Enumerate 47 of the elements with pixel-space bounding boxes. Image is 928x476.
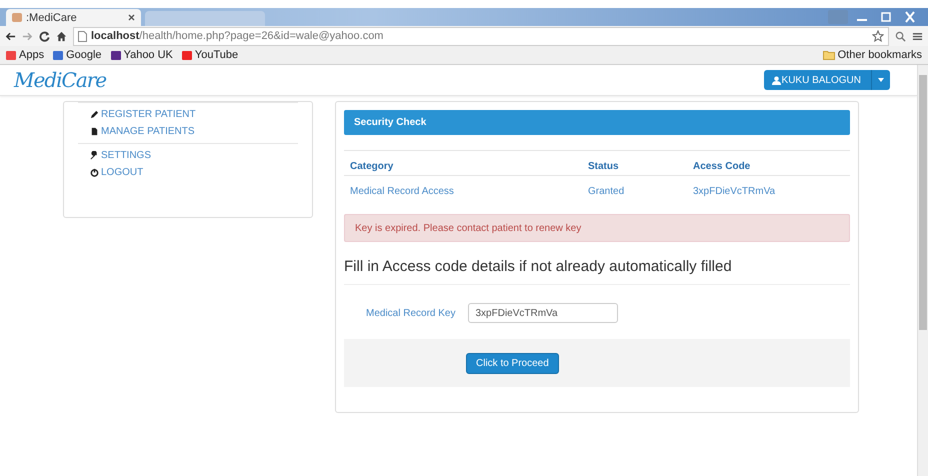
pencil-icon [90,110,99,119]
browser-tab[interactable]: :MediCare [6,9,141,26]
address-bar[interactable]: localhost/health/home.php?page=26&id=wale@yahoo.com [73,26,889,46]
document-icon [90,127,99,136]
table-cell: Granted [582,176,687,201]
bookmark-icon [6,50,16,60]
bookmark-link[interactable]: Apps [6,49,44,61]
wrench-icon [90,151,99,160]
caret-icon[interactable] [878,78,884,82]
column-header: Acess Code [687,150,850,176]
sidebar-link[interactable]: LOGOUT [90,167,144,178]
user-button[interactable]: KUKU BALOGUN [764,70,890,90]
menu-icon[interactable] [912,30,923,42]
section-heading: Fill in Access code details if not already automatically filled [344,258,850,285]
brand-logo[interactable]: MediCare [14,68,106,92]
input-field[interactable]: 3xpFDieVcTRmVa [468,303,618,323]
tab-title: :MediCare [26,12,78,24]
search-icon[interactable] [895,30,906,42]
bookmark-icon [110,50,121,60]
home-icon[interactable] [56,30,67,42]
bookmark-link[interactable]: Other bookmarks [822,49,922,61]
scrollbar[interactable] [917,65,928,476]
sidebar-link[interactable]: SETTINGS [90,150,152,161]
sidebar-link[interactable]: REGISTER PATIENT [90,109,196,120]
column-header: Category [344,150,582,176]
scroll-thumb[interactable] [919,75,927,330]
field-label: Medical Record Key [366,308,456,318]
power-icon [90,168,99,177]
star-icon[interactable] [872,30,884,42]
panel-title: Security Check [354,117,426,128]
table-cell: Medical Record Access [344,176,582,201]
folder-icon [822,50,835,60]
bookmark-link[interactable]: Yahoo UK [110,49,173,61]
url-text: localhost/health/home.php?page=26&id=wale@yahoo.com [91,30,384,42]
back-icon[interactable] [5,30,16,42]
proceed-button[interactable]: Click to Proceed [466,352,559,374]
sidebar-link[interactable]: MANAGE PATIENTS [90,126,195,137]
column-header: Status [582,150,687,176]
forward-icon[interactable] [22,30,33,42]
bookmark-link[interactable]: Google [53,49,102,61]
close-icon[interactable] [128,14,135,21]
bookmark-link[interactable]: YouTube [182,49,238,61]
bookmark-icon [53,50,64,60]
reload-icon[interactable] [39,30,50,42]
table-cell: 3xpFDieVcTRmVa [687,176,850,201]
bookmark-icon [182,50,192,60]
alert-text: Key is expired. Please contact patient to renew key [355,222,582,234]
